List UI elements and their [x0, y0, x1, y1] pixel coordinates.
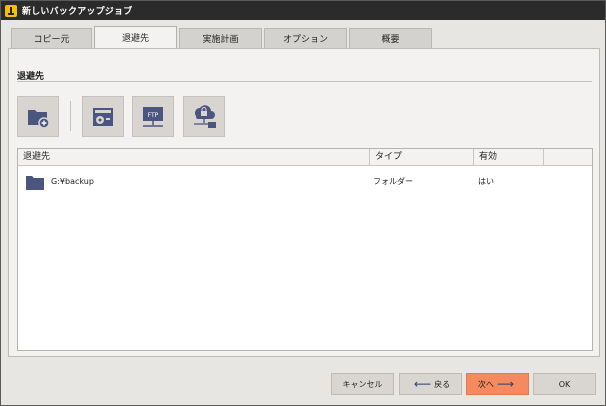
- cloud-network-icon: [194, 104, 216, 128]
- tab-destination[interactable]: 退避先: [94, 26, 177, 48]
- cancel-button[interactable]: キャンセル: [331, 373, 394, 395]
- add-folder-button[interactable]: [17, 96, 59, 137]
- table-row[interactable]: G:¥backup フォルダー はい: [18, 172, 592, 192]
- column-enabled[interactable]: 有効: [474, 149, 544, 166]
- disk-icon: [93, 107, 113, 126]
- tab-bar: コピー元 退避先 実施計画 オプション 概要: [11, 26, 434, 48]
- list-header: 退避先 タイプ 有効: [18, 149, 592, 166]
- window-title: 新しいバックアップジョブ: [22, 7, 133, 17]
- title-bar[interactable]: 新しいバックアップジョブ: [1, 1, 605, 20]
- svg-text:FTP: FTP: [148, 112, 159, 119]
- tab-summary[interactable]: 概要: [349, 28, 432, 48]
- tab-options[interactable]: オプション: [264, 28, 347, 48]
- section-divider: [17, 81, 592, 82]
- tab-schedule[interactable]: 実施計画: [179, 28, 262, 48]
- arrow-left-icon: ⟵: [413, 377, 432, 391]
- row-type: フォルダー: [373, 177, 413, 186]
- back-button[interactable]: ⟵ 戻る: [399, 373, 462, 395]
- folder-icon: [26, 176, 44, 190]
- cancel-label: キャンセル: [342, 379, 383, 389]
- destination-list[interactable]: 退避先 タイプ 有効 G:¥backup フォルダー はい: [17, 148, 593, 351]
- add-folder-icon: [28, 109, 50, 129]
- column-destination[interactable]: 退避先: [18, 149, 370, 166]
- row-destination: G:¥backup: [51, 177, 94, 186]
- toolbar-separator: [70, 101, 71, 131]
- back-label: 戻る: [434, 379, 451, 389]
- add-cloud-button[interactable]: [183, 96, 225, 137]
- next-button[interactable]: 次へ ⟶: [466, 373, 529, 395]
- ftp-icon: FTP: [143, 106, 163, 127]
- next-label: 次へ: [477, 379, 494, 389]
- backup-job-window: 新しいバックアップジョブ コピー元 退避先 実施計画 オプション 概要 退避先: [0, 0, 606, 406]
- column-type[interactable]: タイプ: [370, 149, 474, 166]
- arrow-right-icon: ⟶: [496, 377, 515, 391]
- app-logo-icon: [5, 4, 17, 17]
- add-ftp-button[interactable]: FTP: [132, 96, 174, 137]
- tab-source[interactable]: コピー元: [11, 28, 92, 48]
- ok-label: OK: [558, 379, 571, 389]
- add-disk-button[interactable]: [82, 96, 124, 137]
- ok-button[interactable]: OK: [533, 373, 596, 395]
- destination-panel: 退避先 FTP 退避先 タイプ 有効 G:¥backup フォルダー はい: [8, 48, 600, 357]
- row-enabled: はい: [478, 177, 494, 186]
